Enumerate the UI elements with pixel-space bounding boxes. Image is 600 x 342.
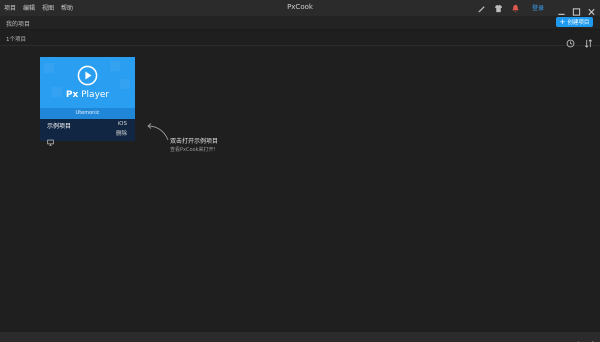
play-icon (77, 65, 98, 90)
tshirt-icon[interactable] (494, 4, 503, 13)
project-toolbar: 1个项目 (0, 30, 600, 48)
delete-button[interactable]: 删除 (116, 129, 127, 137)
toolbar-icons (566, 33, 593, 52)
plus-icon: + (559, 17, 566, 26)
decor-square (110, 61, 120, 71)
app-brand: Px Player (40, 90, 135, 100)
decor-square (44, 63, 54, 73)
brand-prefix: Px (65, 90, 79, 100)
monitor-icon (47, 131, 54, 150)
decor-square (120, 79, 130, 89)
pen-icon[interactable] (477, 4, 486, 13)
create-project-label: 创建项目 (567, 20, 590, 26)
curved-arrow-icon (146, 122, 172, 148)
project-info: 示例项目 iOS 删除 (40, 119, 135, 146)
project-count: 1个项目 (6, 37, 26, 43)
brand-name: Player (81, 90, 110, 100)
bell-icon[interactable] (511, 4, 520, 13)
title-bar: 项目 编辑 视图 帮助 PxCook 登录 (0, 0, 600, 16)
status-icons (575, 333, 594, 342)
platform-label: iOS (117, 121, 127, 127)
share-icon[interactable] (587, 333, 594, 342)
hint-title: 双击打开示例项目 (170, 138, 219, 145)
clock-icon[interactable] (566, 33, 575, 52)
my-projects-label: 我的项目 (6, 21, 31, 28)
titlebar-tools (477, 2, 520, 14)
login-link[interactable]: 登录 (532, 3, 544, 12)
project-card[interactable]: Px Player Utemonic 示例项目 iOS 删除 (40, 57, 135, 146)
home-icon[interactable] (575, 333, 582, 342)
project-header-bar: 我的项目 (0, 16, 600, 30)
sort-icon[interactable] (584, 33, 593, 52)
project-name: 示例项目 (47, 123, 72, 130)
project-thumbnail: Px Player Utemonic (40, 57, 135, 119)
status-bar (0, 332, 600, 342)
creator-label: Utemonic (40, 108, 135, 119)
create-project-button[interactable]: + 创建项目 (556, 17, 593, 27)
hint-description: 查看PxCook来打开! (170, 147, 216, 153)
